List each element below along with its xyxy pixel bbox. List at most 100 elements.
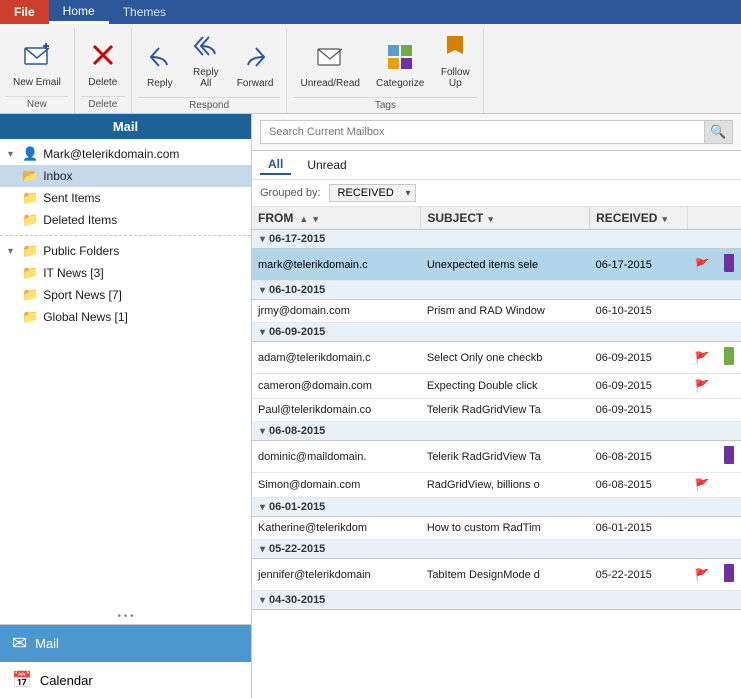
reply-label: Reply [147, 78, 173, 89]
it-news-icon: 📁 [22, 265, 38, 281]
group-row[interactable]: ▾06-17-2015 [252, 230, 741, 249]
table-row[interactable]: mark@telerikdomain.cUnexpected items sel… [252, 249, 741, 281]
tree-root-account[interactable]: ▾ 👤 Mark@telerikdomain.com [0, 143, 251, 165]
unread-read-icon [316, 43, 344, 76]
delete-label: Delete [88, 77, 117, 88]
col-header-from[interactable]: FROM ▲ ▾ [252, 207, 421, 230]
sidebar-item-global-news[interactable]: 📁 Global News [1] [0, 306, 251, 328]
cell-tag [717, 342, 741, 374]
ribbon-group-tags-label: Tags [293, 97, 477, 114]
cell-flag: 🚩 [688, 374, 717, 399]
cell-from: Simon@domain.com [252, 473, 421, 498]
ribbon-group-tags-buttons: Unread/Read Categorize [293, 28, 477, 97]
follow-up-button[interactable]: FollowUp [433, 28, 477, 93]
nav-item-calendar[interactable]: 📅 Calendar [0, 662, 251, 698]
col-from-filter-icon: ▾ [313, 214, 318, 224]
cell-subject: Select Only one checkb [421, 342, 590, 374]
cell-subject: TabItem DesignMode d [421, 559, 590, 591]
ribbon: New Email New Delete Delete [0, 24, 741, 114]
tab-themes[interactable]: Themes [109, 0, 180, 24]
new-email-button[interactable]: New Email [6, 38, 68, 92]
filter-all-button[interactable]: All [260, 155, 291, 175]
forward-button[interactable]: Forward [230, 39, 281, 93]
tag-swatch [724, 254, 734, 272]
cell-subject: How to custom RadTim [421, 517, 590, 540]
calendar-nav-icon: 📅 [12, 670, 32, 690]
group-toggle: ▾ [260, 595, 265, 606]
sidebar: Mail ▾ 👤 Mark@telerikdomain.com 📂 Inbox … [0, 114, 252, 698]
filter-unread-button[interactable]: Unread [299, 156, 354, 174]
sport-news-icon: 📁 [22, 287, 38, 303]
flag-icon: 🚩 [695, 568, 710, 582]
ribbon-group-respond-buttons: Reply ReplyAll [138, 28, 281, 97]
group-row[interactable]: ▾06-01-2015 [252, 498, 741, 517]
tree-expand-public: ▾ [8, 246, 22, 257]
ribbon-group-new-label: New [6, 96, 68, 113]
nav-item-mail[interactable]: ✉ Mail [0, 625, 251, 662]
search-bar: 🔍 [252, 114, 741, 151]
table-row[interactable]: cameron@domain.comExpecting Double click… [252, 374, 741, 399]
table-row[interactable]: Katherine@telerikdomHow to custom RadTim… [252, 517, 741, 540]
sidebar-item-sent[interactable]: 📁 Sent Items [0, 187, 251, 209]
sport-news-label: Sport News [7] [43, 288, 122, 302]
col-tag-header [717, 207, 741, 230]
forward-label: Forward [237, 78, 274, 89]
col-header-received[interactable]: RECEIVED ▾ [590, 207, 688, 230]
sidebar-item-public-folders[interactable]: ▾ 📁 Public Folders [0, 240, 251, 262]
group-toggle: ▾ [260, 426, 265, 437]
cell-from: jrmy@domain.com [252, 300, 421, 323]
reply-all-button[interactable]: ReplyAll [184, 28, 228, 93]
inbox-icon: 📂 [22, 168, 38, 184]
sidebar-item-inbox[interactable]: 📂 Inbox [0, 165, 251, 187]
cell-received: 06-08-2015 [590, 441, 688, 473]
sidebar-bottom-nav: ✉ Mail 📅 Calendar [0, 624, 251, 698]
group-row[interactable]: ▾06-10-2015 [252, 281, 741, 300]
col-header-subject[interactable]: SUBJECT ▾ [421, 207, 590, 230]
tree-account-label: Mark@telerikdomain.com [43, 147, 179, 161]
group-row[interactable]: ▾05-22-2015 [252, 540, 741, 559]
forward-icon [242, 43, 268, 76]
cell-subject: Expecting Double click [421, 374, 590, 399]
table-row[interactable]: Paul@telerikdomain.coTelerik RadGridView… [252, 399, 741, 422]
table-row[interactable]: jrmy@domain.comPrism and RAD Window06-10… [252, 300, 741, 323]
tab-home[interactable]: Home [49, 0, 109, 24]
search-input[interactable] [260, 120, 705, 144]
tree-account-icon: 👤 [22, 146, 38, 162]
new-email-label: New Email [13, 77, 61, 88]
tab-file[interactable]: File [0, 0, 49, 24]
email-table: FROM ▲ ▾ SUBJECT ▾ RECEIVED ▾ [252, 207, 741, 698]
cell-flag [688, 399, 717, 422]
calendar-nav-label: Calendar [40, 673, 93, 688]
group-toggle: ▾ [260, 327, 265, 338]
sidebar-item-it-news[interactable]: 📁 IT News [3] [0, 262, 251, 284]
flag-icon: 🚩 [695, 379, 710, 393]
sidebar-item-deleted[interactable]: 📁 Deleted Items [0, 209, 251, 231]
table-row[interactable]: jennifer@telerikdomainTabItem DesignMode… [252, 559, 741, 591]
categorize-button[interactable]: Categorize [369, 39, 431, 93]
flag-icon: 🚩 [695, 478, 710, 492]
mail-nav-icon: ✉ [12, 633, 27, 654]
ribbon-group-delete-label: Delete [81, 96, 125, 113]
group-row[interactable]: ▾06-09-2015 [252, 323, 741, 342]
search-button[interactable]: 🔍 [705, 120, 733, 144]
reply-button[interactable]: Reply [138, 39, 182, 93]
mail-nav-label: Mail [35, 636, 59, 651]
sidebar-item-sport-news[interactable]: 📁 Sport News [7] [0, 284, 251, 306]
table-row[interactable]: dominic@maildomain.Telerik RadGridView T… [252, 441, 741, 473]
unread-read-button[interactable]: Unread/Read [293, 39, 366, 93]
cell-subject: Prism and RAD Window [421, 300, 590, 323]
cell-from: jennifer@telerikdomain [252, 559, 421, 591]
reply-all-label: ReplyAll [193, 67, 219, 89]
cell-tag [717, 399, 741, 422]
group-row[interactable]: ▾04-30-2015 [252, 591, 741, 610]
cell-flag: 🚩 [688, 342, 717, 374]
tab-bar: File Home Themes [0, 0, 741, 24]
table-row[interactable]: adam@telerikdomain.cSelect Only one chec… [252, 342, 741, 374]
groupby-select[interactable]: RECEIVED FROM SUBJECT [329, 184, 416, 202]
table-row[interactable]: Simon@domain.comRadGridView, billions o0… [252, 473, 741, 498]
delete-button[interactable]: Delete [81, 38, 125, 92]
col-subject-filter-icon: ▾ [488, 214, 493, 224]
group-row[interactable]: ▾06-08-2015 [252, 422, 741, 441]
sidebar-expand-dots[interactable]: • • • [0, 609, 251, 624]
groupby-wrapper: RECEIVED FROM SUBJECT [329, 184, 416, 202]
